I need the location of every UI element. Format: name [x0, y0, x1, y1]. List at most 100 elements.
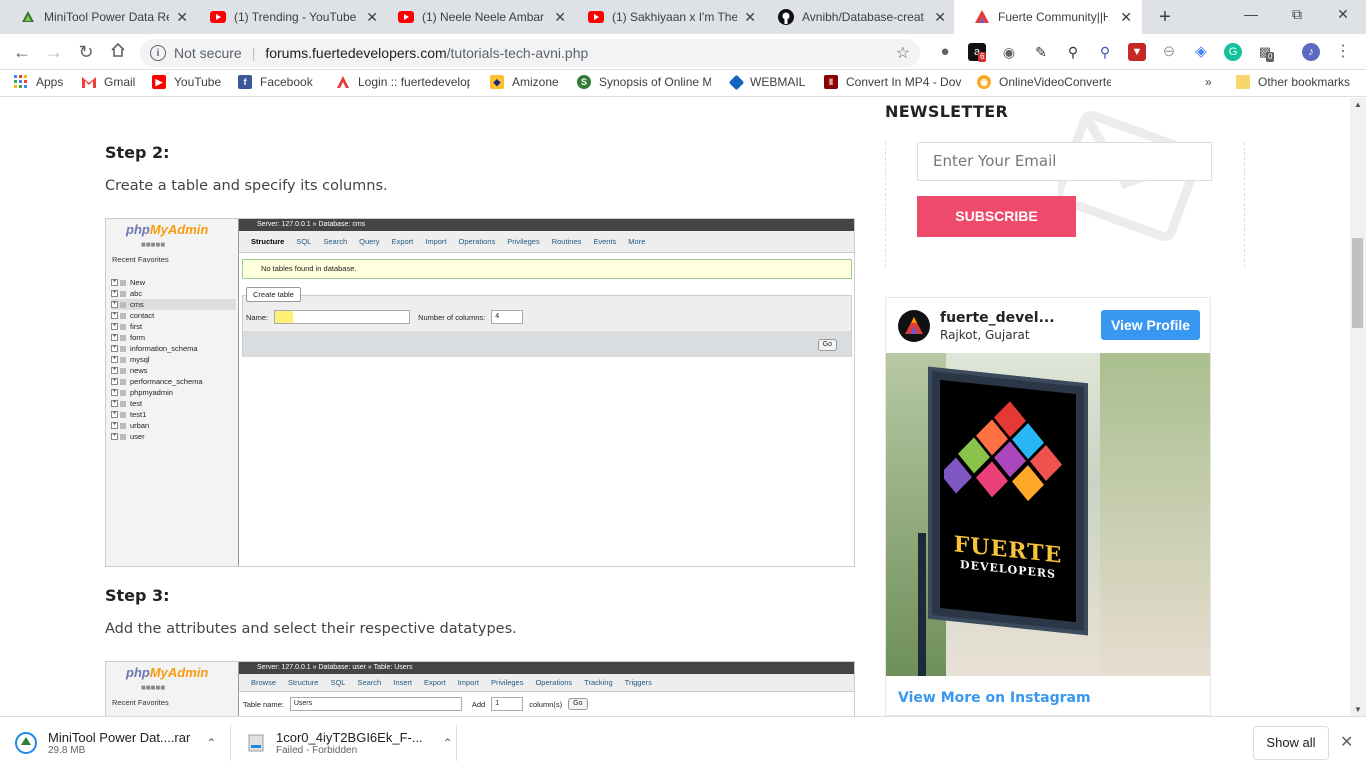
tree-item[interactable]: + test: [111, 398, 236, 409]
pma-tab[interactable]: Privileges: [507, 237, 540, 246]
new-tab-button[interactable]: +: [1154, 6, 1176, 29]
add-columns-input[interactable]: 1: [491, 697, 524, 711]
profile-avatar[interactable]: ♪: [1302, 43, 1320, 61]
info-icon[interactable]: i: [150, 45, 166, 61]
bookmark-login-fuerte[interactable]: Login :: fuertedevelop: [336, 75, 470, 89]
chevron-up-icon[interactable]: ⌃: [443, 736, 453, 750]
puzzle-icon[interactable]: ▩ 0: [1256, 43, 1275, 62]
bookmark-online-video-converter[interactable]: ◉ OnlineVideoConverte: [977, 75, 1111, 89]
pma-tab[interactable]: Privileges: [491, 678, 524, 687]
pma-tab[interactable]: Routines: [552, 237, 582, 246]
pma-tab[interactable]: Insert: [393, 678, 412, 687]
bookmark-star-icon[interactable]: ☆: [896, 43, 910, 63]
bookmark-webmail[interactable]: WEBMAIL: [728, 74, 805, 90]
tree-item[interactable]: + phpmyadmin: [111, 387, 236, 398]
tree-item[interactable]: + mysql: [111, 354, 236, 365]
pma-tab[interactable]: Operations: [535, 678, 572, 687]
columns-input[interactable]: 4: [491, 310, 524, 324]
pen-icon[interactable]: ✎: [1032, 43, 1050, 61]
pma-tab[interactable]: Import: [458, 678, 479, 687]
bookmark-convert-mp4[interactable]: ‖ Convert In MP4 - Dov: [824, 75, 982, 89]
scroll-down-icon[interactable]: ▼: [1354, 705, 1362, 714]
pma-tab[interactable]: Browse: [251, 678, 276, 687]
close-icon[interactable]: ✕: [744, 9, 756, 26]
pma-tab[interactable]: More: [628, 237, 645, 246]
amazon-icon[interactable]: a6: [968, 43, 987, 62]
pma-tab[interactable]: Tracking: [584, 678, 612, 687]
table-name-input[interactable]: [274, 310, 411, 324]
show-all-button[interactable]: Show all: [1253, 726, 1329, 760]
tree-item[interactable]: + first: [111, 321, 236, 332]
pma-tab[interactable]: Search: [357, 678, 381, 687]
magnifier-icon[interactable]: ⚲: [1064, 43, 1082, 61]
pocket-icon[interactable]: ▼: [1128, 43, 1146, 61]
download-item[interactable]: 1cor0_4iyT2BGI6Ek_F-... Failed - Forbidd…: [246, 725, 453, 761]
tree-item[interactable]: + information_schema: [111, 343, 236, 354]
view-profile-button[interactable]: View Profile: [1101, 310, 1200, 340]
pma-tab[interactable]: Structure: [251, 237, 284, 246]
tree-item[interactable]: + New: [111, 277, 236, 288]
lightbulb-icon[interactable]: ●: [936, 43, 954, 61]
restore-icon[interactable]: ⧉: [1282, 6, 1312, 23]
pma-tab[interactable]: Events: [593, 237, 616, 246]
tab-github[interactable]: Avnibh/Database-creat ✕: [758, 0, 956, 34]
pma-tab[interactable]: Export: [392, 237, 414, 246]
go-button[interactable]: Go: [568, 698, 588, 710]
tree-item[interactable]: + test1: [111, 409, 236, 420]
view-more-instagram-link[interactable]: View More on Instagram: [898, 690, 1091, 706]
chevron-up-icon[interactable]: ⌃: [206, 736, 216, 750]
home-icon[interactable]: [106, 40, 130, 64]
avatar[interactable]: [898, 310, 930, 342]
translate-icon[interactable]: ◈: [1192, 43, 1210, 61]
bookmark-facebook[interactable]: f Facebook: [238, 75, 313, 89]
tree-item[interactable]: + cms: [111, 299, 236, 310]
close-icon[interactable]: ✕: [366, 9, 378, 26]
tree-item[interactable]: + form: [111, 332, 236, 343]
pma-tab[interactable]: Triggers: [625, 678, 652, 687]
pma-tab[interactable]: Structure: [288, 678, 318, 687]
tree-item[interactable]: + user: [111, 431, 236, 442]
grammarly-icon[interactable]: G: [1224, 43, 1242, 61]
tab-youtube-sakhiyaan[interactable]: (1) Sakhiyaan x I'm The ✕: [568, 0, 766, 34]
email-input[interactable]: Enter Your Email: [917, 142, 1212, 181]
bookmarks-overflow-icon[interactable]: »: [1205, 75, 1212, 89]
camera-icon[interactable]: ◉: [1000, 43, 1018, 61]
tab-youtube-trending[interactable]: (1) Trending - YouTube ✕: [190, 0, 388, 34]
tree-item[interactable]: + urban: [111, 420, 236, 431]
window-close-icon[interactable]: ✕: [1328, 6, 1358, 23]
pma-tab[interactable]: SQL: [330, 678, 345, 687]
address-bar[interactable]: i Not secure | forums.fuertedevelopers.c…: [140, 39, 920, 67]
tree-item[interactable]: + news: [111, 365, 236, 376]
close-icon[interactable]: ✕: [1340, 732, 1353, 752]
back-icon[interactable]: ←: [10, 40, 34, 64]
tab-minitool[interactable]: MiniTool Power Data Re ✕: [0, 0, 198, 34]
other-bookmarks[interactable]: Other bookmarks: [1236, 75, 1350, 89]
instagram-post-image[interactable]: FUERTE DEVELOPERS: [886, 353, 1210, 676]
scroll-up-icon[interactable]: ▲: [1354, 100, 1362, 109]
close-icon[interactable]: ✕: [176, 9, 188, 26]
bookmark-gmail[interactable]: Gmail: [82, 75, 135, 89]
search-extension-icon[interactable]: ⚲: [1096, 43, 1114, 61]
bookmark-synopsis[interactable]: S Synopsis of Online M: [577, 75, 711, 89]
bookmark-apps[interactable]: Apps: [14, 75, 63, 89]
pma-tab[interactable]: Search: [323, 237, 347, 246]
tree-item[interactable]: + abc: [111, 288, 236, 299]
instagram-username[interactable]: fuerte_devel...: [940, 310, 1055, 326]
close-icon[interactable]: ✕: [554, 9, 566, 26]
table-name-input[interactable]: Users: [289, 697, 462, 711]
tree-item[interactable]: + performance_schema: [111, 376, 236, 387]
block-icon[interactable]: ⊖: [1160, 43, 1178, 61]
forward-icon[interactable]: →: [42, 40, 66, 64]
bookmark-youtube[interactable]: ▶ YouTube: [152, 75, 221, 89]
minimize-icon[interactable]: —: [1236, 6, 1266, 22]
menu-kebab-icon[interactable]: ⋮: [1334, 43, 1352, 61]
pma-tab[interactable]: Query: [359, 237, 379, 246]
pma-tab[interactable]: Operations: [459, 237, 496, 246]
close-icon[interactable]: ✕: [934, 9, 946, 26]
subscribe-button[interactable]: SUBSCRIBE: [917, 196, 1076, 237]
tab-youtube-neele[interactable]: (1) Neele Neele Ambar ✕: [378, 0, 576, 34]
pma-tab[interactable]: Import: [425, 237, 446, 246]
close-icon[interactable]: ✕: [1120, 9, 1132, 26]
scrollbar-thumb[interactable]: [1352, 238, 1363, 328]
go-button[interactable]: Go: [817, 339, 837, 351]
